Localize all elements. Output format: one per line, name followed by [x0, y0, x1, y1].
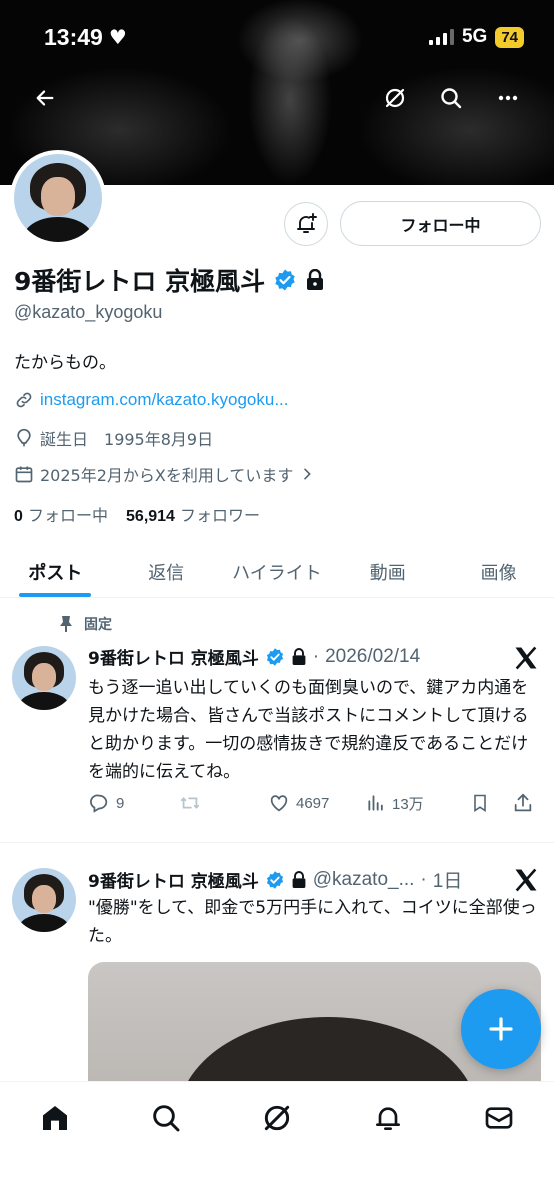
bookmark-icon	[474, 794, 486, 812]
share-button[interactable]	[512, 792, 534, 814]
compose-plus-icon	[489, 1017, 513, 1041]
repost-icon	[180, 797, 200, 809]
post-text: "優勝"をして、即金で5万円手に入れて、コイツに全部使った。	[88, 898, 537, 946]
post-divider	[0, 842, 554, 843]
followers-label: フォロワー	[180, 506, 261, 525]
birthday-value: 1995年8月9日	[104, 430, 214, 449]
follow-counts: 0 フォロー中 56,914 フォロワー	[14, 502, 260, 526]
post-avatar[interactable]	[12, 868, 76, 932]
notify-button[interactable]	[284, 202, 328, 246]
profile-name-row: 9番街レトロ 京極風斗	[14, 262, 325, 298]
signal-icon	[428, 29, 454, 45]
birthday-row: 誕生日 1995年8月9日	[14, 426, 213, 450]
post-handle[interactable]: @kazato_...	[313, 869, 415, 891]
tab-posts[interactable]: ポスト	[0, 546, 111, 597]
following-label: フォロー中	[28, 506, 109, 525]
verified-icon	[266, 647, 283, 666]
bookmark-button[interactable]	[470, 792, 512, 814]
lock-icon	[292, 870, 306, 888]
more-icon	[498, 95, 518, 101]
pinned-indicator: 固定	[58, 614, 112, 634]
home-icon	[43, 1106, 68, 1130]
search-icon	[441, 88, 462, 109]
post-date[interactable]: 2026/02/14	[325, 646, 420, 668]
followers-count-link[interactable]: 56,914 フォロワー	[126, 502, 260, 526]
profile-tabs: ポスト 返信 ハイライト 動画 画像	[0, 546, 554, 598]
like-button[interactable]: 4697	[268, 792, 366, 814]
tab-videos[interactable]: 動画	[332, 546, 443, 597]
nav-search[interactable]	[111, 1082, 222, 1200]
bell-plus-icon	[297, 213, 317, 233]
bottom-nav	[0, 1081, 554, 1200]
grok-icon	[264, 1105, 290, 1131]
post-time[interactable]: 1日	[433, 866, 463, 893]
nav-grok[interactable]	[222, 1082, 333, 1200]
post-author[interactable]: 9番街レトロ 京極風斗	[88, 867, 259, 892]
reply-icon	[90, 794, 108, 813]
joined-date: 2025年2月からXを利用しています	[40, 466, 294, 485]
following-count-link[interactable]: 0 フォロー中	[14, 502, 108, 526]
compose-button[interactable]	[461, 989, 541, 1069]
views-icon	[368, 795, 383, 811]
like-icon	[270, 795, 288, 812]
search-button[interactable]	[433, 80, 469, 116]
verified-icon	[275, 269, 295, 291]
profile-link-row[interactable]: instagram.com/kazato.kyogoku...	[14, 390, 289, 410]
calendar-icon	[15, 466, 33, 483]
post-avatar[interactable]	[12, 646, 76, 710]
tab-images[interactable]: 画像	[443, 546, 554, 597]
back-arrow-icon	[36, 90, 54, 106]
repost-button[interactable]	[178, 792, 268, 814]
post-header: 9番街レトロ 京極風斗 @kazato_... · 1日	[88, 866, 462, 893]
reply-button[interactable]: 9	[88, 792, 178, 814]
post-author[interactable]: 9番街レトロ 京極風斗	[88, 644, 259, 669]
heart-icon: ♥	[108, 25, 127, 49]
profile-bio: たからもの。	[14, 353, 116, 373]
followers-count: 56,914	[126, 508, 175, 525]
back-button[interactable]	[27, 80, 63, 116]
grok-icon	[385, 88, 405, 108]
post-header: 9番街レトロ 京極風斗 · 2026/02/14	[88, 644, 421, 670]
status-time: 13:49	[44, 23, 103, 50]
post-text: もう逐一追い出していくのも面倒臭いので、鍵アカ内通を見かけた場合、皆さんで当該ポ…	[88, 678, 529, 782]
x-logo-icon	[515, 646, 537, 670]
nav-messages[interactable]	[443, 1082, 554, 1200]
tab-highlights[interactable]: ハイライト	[222, 546, 333, 597]
network-type: 5G	[461, 26, 488, 47]
more-button[interactable]	[490, 80, 526, 116]
lock-icon	[307, 269, 324, 290]
pin-icon	[60, 616, 72, 632]
birthday-label: 誕生日	[40, 430, 89, 449]
pinned-label: 固定	[84, 617, 112, 633]
lock-icon	[292, 647, 306, 665]
joined-row[interactable]: 2025年2月からXを利用しています	[14, 462, 315, 486]
post-actions: 9 4697 13万	[88, 788, 543, 818]
battery-icon: 74	[495, 26, 524, 48]
search-icon	[153, 1105, 180, 1132]
x-logo-icon	[515, 868, 537, 892]
profile-avatar[interactable]	[10, 150, 106, 246]
following-count: 0	[14, 508, 23, 525]
messages-icon	[485, 1107, 512, 1129]
verified-icon	[266, 870, 283, 889]
location-icon	[17, 428, 31, 447]
nav-notifications[interactable]	[332, 1082, 443, 1200]
share-icon	[514, 793, 532, 812]
profile-link[interactable]: instagram.com/kazato.kyogoku...	[40, 390, 289, 410]
nav-home[interactable]	[0, 1082, 111, 1200]
reply-count: 9	[116, 794, 125, 812]
notifications-icon	[375, 1107, 400, 1130]
profile-handle: @kazato_kyogoku	[14, 302, 163, 322]
tab-replies[interactable]: 返信	[111, 546, 222, 597]
status-bar: 13:49 ♥ 5G 74	[44, 22, 524, 52]
views-button[interactable]: 13万	[366, 793, 470, 814]
chevron-right-icon	[304, 468, 312, 480]
like-count: 4697	[296, 794, 330, 812]
profile-name: 9番街レトロ 京極風斗	[14, 267, 266, 296]
following-button[interactable]: フォロー中	[340, 201, 541, 246]
link-icon	[16, 392, 32, 408]
views-count: 13万	[392, 795, 424, 813]
grok-button[interactable]	[377, 80, 413, 116]
